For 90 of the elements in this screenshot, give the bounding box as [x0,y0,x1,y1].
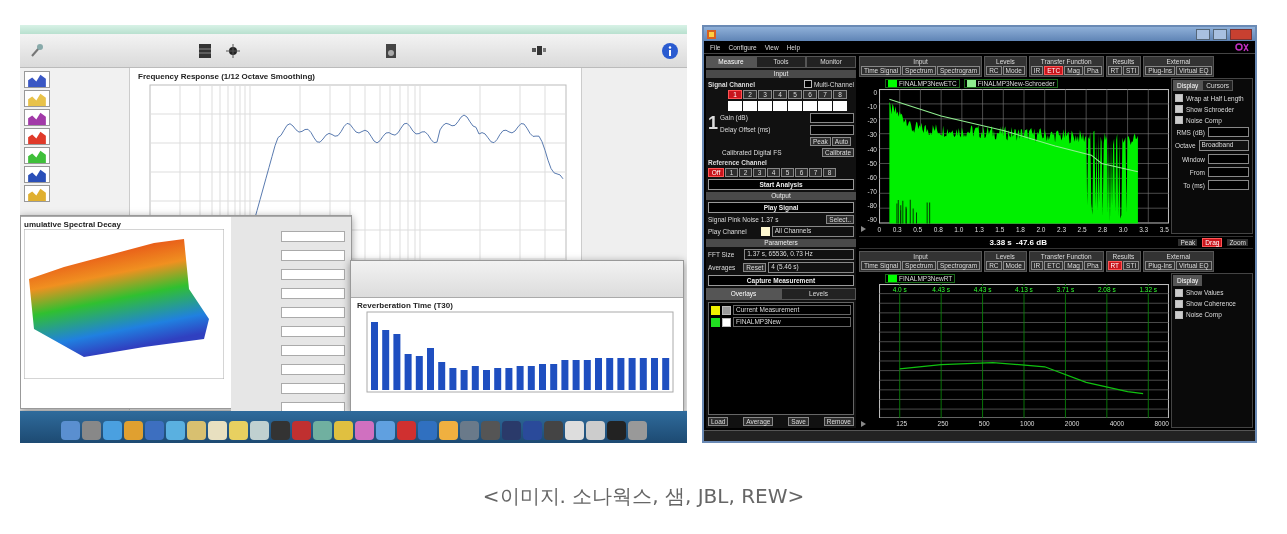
app-icon[interactable] [354,421,374,440]
measurement-thumbnail[interactable] [24,90,50,107]
bar [639,358,647,390]
app-icon[interactable] [207,421,227,440]
bar [606,358,614,390]
input-field[interactable] [281,231,345,242]
bar [382,330,390,390]
level-readout: -47.6 dB [1015,237,1047,247]
input-field[interactable] [281,345,345,356]
checkbox[interactable] [1175,116,1183,124]
bar [415,356,423,390]
app-icon[interactable] [102,421,122,440]
app-icon[interactable] [627,421,647,440]
measurement-thumbnail[interactable] [24,166,50,183]
app-icon[interactable] [228,421,248,440]
checkbox[interactable] [722,317,731,327]
bar [527,366,535,390]
bar [438,362,446,390]
bar [651,358,658,390]
input-field[interactable] [281,307,345,318]
maximize-button[interactable] [1213,28,1227,40]
checkbox[interactable] [1175,105,1183,113]
bar [617,358,625,390]
bar [595,358,602,390]
app-icon[interactable] [333,421,353,440]
app-icon[interactable] [123,421,143,440]
input-field[interactable] [281,364,345,375]
bar [449,368,457,390]
target-icon[interactable] [224,41,242,60]
app-icon[interactable] [585,421,605,440]
bar [471,366,479,390]
bar [550,364,558,390]
app-icon[interactable] [312,421,332,440]
color-swatch [760,227,770,236]
input-field[interactable] [281,383,345,394]
logo-icon [1235,42,1249,52]
input-field[interactable] [281,269,345,280]
chart-title: Frequency Response (1/12 Octave Smoothing) [138,72,316,81]
time-readout: 3.38 s [989,237,1012,247]
bar [572,360,580,390]
input-field[interactable] [1208,167,1249,177]
spin-field[interactable] [810,125,854,135]
bar [404,354,412,390]
checkbox[interactable] [1175,288,1183,297]
checkbox[interactable] [1175,94,1183,102]
bar [494,368,502,390]
chart-title: Reverberation Time (T30) [357,301,454,310]
bar [539,364,546,390]
app-icon[interactable] [438,421,458,440]
measurement-thumbnail[interactable] [24,71,50,88]
bar [505,368,513,390]
input-field[interactable] [1208,180,1249,190]
bar [628,358,636,390]
measurement-thumbnail[interactable] [24,185,50,202]
grid-icon[interactable] [196,41,214,60]
bar [371,322,378,390]
spin-field[interactable] [810,113,854,123]
info-icon[interactable] [661,41,679,60]
play-icon[interactable] [861,226,866,232]
app-icon[interactable] [375,421,395,440]
app-icon[interactable] [165,421,185,440]
input-field[interactable] [1208,127,1249,137]
chart-title: umulative Spectral Decay [24,220,122,229]
bar [483,370,490,390]
bar [516,366,524,390]
input-field[interactable] [281,250,345,261]
bar [460,370,468,390]
app-icon[interactable] [186,421,206,440]
input-field[interactable] [1208,154,1249,164]
minimize-button[interactable] [1196,28,1210,40]
checkbox[interactable] [803,80,812,88]
checkbox[interactable] [722,305,731,315]
checkbox[interactable] [1175,299,1183,308]
bar [427,348,434,390]
input-field[interactable] [281,326,345,337]
image-caption: <이미지. 소나웍스, 샘, JBL, REW> [482,484,805,508]
app-icon [707,29,716,39]
bar [662,358,670,390]
measurement-thumbnail[interactable] [24,109,50,126]
bar [583,360,591,390]
close-button[interactable] [1230,28,1252,40]
measurement-thumbnail[interactable] [24,147,50,164]
input-field[interactable] [281,288,345,299]
checkbox[interactable] [1175,310,1183,319]
bar [393,334,401,390]
measurement-thumbnail[interactable] [24,128,50,145]
bar [561,360,569,390]
app-icon[interactable] [249,421,269,440]
app-icon[interactable] [564,421,584,440]
channel-number: 1 [708,113,718,133]
